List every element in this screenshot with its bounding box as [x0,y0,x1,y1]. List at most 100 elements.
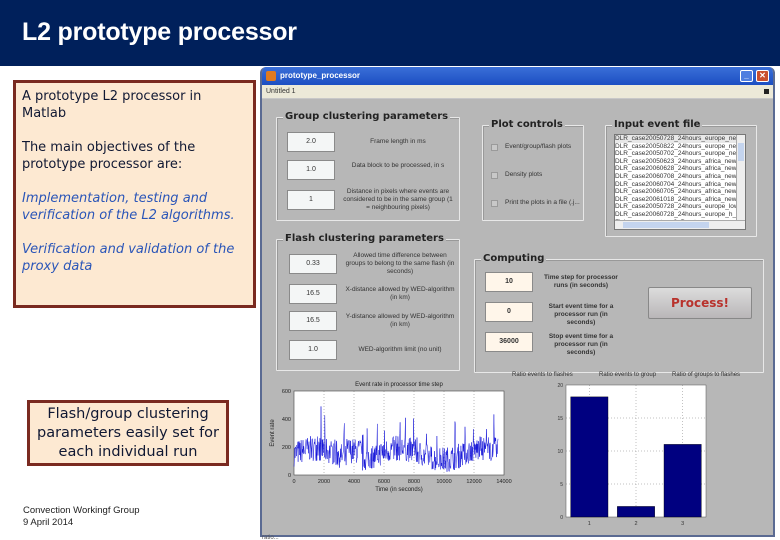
event-file-listbox[interactable]: DLR_case20050728_24hours_europe_new DLR_c… [614,134,746,230]
data-block-input[interactable]: 1.0 [287,160,335,180]
group-clustering-panel: Group clustering parameters 2.0 Frame le… [276,111,460,221]
window-titlebar[interactable]: prototype_processor _ ✕ [262,67,773,85]
bar-chart-x-tick: 3 [681,521,684,527]
density-plots-checkbox[interactable] [491,172,498,179]
description-line-2: The main objectives of the prototype pro… [22,140,196,172]
y-distance-label: Y-distance allowed by WED-algorithm (in … [345,313,455,328]
dock-icon[interactable] [764,89,769,94]
bar-header-label-2: Ratio events to group [599,372,657,378]
vertical-scroll-thumb[interactable] [738,143,744,161]
bar-3 [663,444,702,518]
time-difference-input[interactable]: 0.33 [289,254,337,274]
input-panel-title: Input event file [612,119,703,130]
event-plots-checkbox[interactable] [491,144,498,151]
objective-2: Verification and validation of the proxy… [22,242,235,274]
file-list-item[interactable]: DLR_case20050623_24hours_africa_new [615,158,737,166]
print-plots-label: Print the plots in a file (.j... [505,199,580,206]
matlab-icon [266,71,276,81]
footer-org: Convection Workingf Group [23,505,140,516]
menu-bar: Untitled 1 [262,85,773,99]
time-step-label: Time step for processor runs (in seconds… [544,274,618,289]
file-list-item[interactable]: DLR_case20060628_24hours_africa_new [615,165,737,173]
line-chart-x-tick: 2000 [318,479,330,485]
line-chart-x-tick: 8000 [408,479,420,485]
file-list-item[interactable]: DLR_case20061018_24hours_africa_new [615,196,737,204]
footer-date: 9 April 2014 [23,517,74,528]
line-chart-x-tick: 0 [292,479,295,485]
bar-chart-y-tick: 0 [560,515,563,521]
data-block-label: Data block to be processed, in s [351,162,445,169]
time-difference-label: Allowed time difference between groups t… [345,252,455,275]
frame-length-label: Frame length in ms [370,138,426,145]
line-chart-ylabel: Event rate [270,419,276,447]
y-distance-input[interactable]: 16.5 [289,311,337,331]
footer: Convection Workingf Group 9 April 2014 [23,505,140,529]
line-chart-title: Event rate in processor time step [355,382,443,388]
line-chart-plot-area [293,390,505,476]
close-button[interactable]: ✕ [756,70,769,82]
wed-limit-label: WED-algorithm limit (no unit) [358,346,442,353]
vertical-scrollbar[interactable] [736,135,745,222]
note-box: Flash/group clustering parameters easily… [27,400,229,466]
line-chart-y-tick: 400 [282,417,291,423]
file-list-item[interactable]: DLR_case20050728_24hours_europe_new [615,135,737,143]
line-chart-y-tick: 600 [282,389,291,395]
plot-panel-title: Plot controls [489,119,565,130]
wed-limit-input[interactable]: 1.0 [289,340,337,360]
bar-header-label-3: Ratio of groups to flashes [672,372,741,378]
computing-panel-title: Computing [481,253,547,264]
file-list-item[interactable]: DLR_case20050702_24hours_europe_new [615,150,737,158]
pixel-distance-label: Distance in pixels where events are cons… [343,188,453,211]
horizontal-scroll-thumb[interactable] [623,222,709,228]
file-list-item[interactable]: DLR_case20060705_24hours_africa_new [615,188,737,196]
window-title: prototype_processor [280,71,361,80]
title-banner: L2 prototype processor [0,0,780,66]
stop-time-label: Stop event time for a processor run (in … [548,333,614,356]
minimize-button[interactable]: _ [740,70,753,82]
file-list-item[interactable]: DLR_case20060704_24hours_africa_new [615,181,737,189]
matlab-window: prototype_processor _ ✕ Untitled 1 Group… [260,67,775,537]
ratio-bar-chart: 0 5 10 15 20 1 2 3 [557,383,707,527]
horizontal-scrollbar[interactable] [615,220,745,229]
line-chart-y-tick: 0 [288,473,291,479]
process-button[interactable]: Process! [648,287,752,319]
slide: L2 prototype processor A prototype L2 pr… [0,0,780,540]
line-chart-xlabel: Time (in seconds) [375,487,422,493]
flash-clustering-panel: Flash clustering parameters 0.33 Allowed… [276,233,460,371]
file-list-item[interactable]: DLR_case20060708_24hours_africa_new [615,173,737,181]
x-distance-input[interactable]: 16.5 [289,284,337,304]
bar-chart-y-tick: 20 [557,383,563,389]
bar-chart-y-tick: 5 [560,482,563,488]
pixel-distance-input[interactable]: 1 [287,190,335,210]
line-chart-x-tick: 14000 [496,479,511,485]
input-file-panel: Input event file DLR_case20050728_24hour… [605,119,757,237]
event-plots-label: Event/group/flash plots [505,143,572,150]
bar-chart-x-tick: 1 [588,521,591,527]
file-list-item[interactable]: DLR_case20060728_24hours_europe_h_d [615,211,737,219]
frame-length-input[interactable]: 2.0 [287,132,335,152]
line-chart-x-tick: 4000 [348,479,360,485]
file-list-item[interactable]: DLR_case20050822_24hours_europe_new [615,143,737,151]
density-plots-label: Density plots [505,171,543,178]
bar-chart-y-tick: 10 [557,449,563,455]
bar-2 [617,506,655,518]
line-chart-y-tick: 200 [282,445,291,451]
time-step-input[interactable]: 10 [485,272,533,292]
plot-controls-panel: Plot controls Event/group/flash plots De… [482,119,584,221]
print-plots-checkbox[interactable] [491,200,498,207]
x-distance-label: X-distance allowed by WED-algorithm (in … [345,286,455,301]
event-rate-chart: Event rate in processor time step0 2000 40… [270,382,512,493]
description-line-1: A prototype L2 processor in Matlab [22,89,202,121]
menu-item-untitled[interactable]: Untitled 1 [266,88,296,95]
start-time-input[interactable]: 0 [485,302,533,322]
flash-panel-title: Flash clustering parameters [283,233,446,244]
start-time-label: Start event time for a processor run (in… [548,303,614,326]
bar-chart-x-tick: 2 [634,521,637,527]
stop-time-input[interactable]: 36000 [485,332,533,352]
file-list-item[interactable]: DLR_case20050728_24hours_europe_low [615,203,737,211]
line-chart-x-tick: 12000 [466,479,481,485]
slide-title: L2 prototype processor [22,18,297,46]
bar-1 [570,396,609,518]
line-chart-x-tick: 10000 [436,479,451,485]
status-text: ratio... [262,535,279,540]
